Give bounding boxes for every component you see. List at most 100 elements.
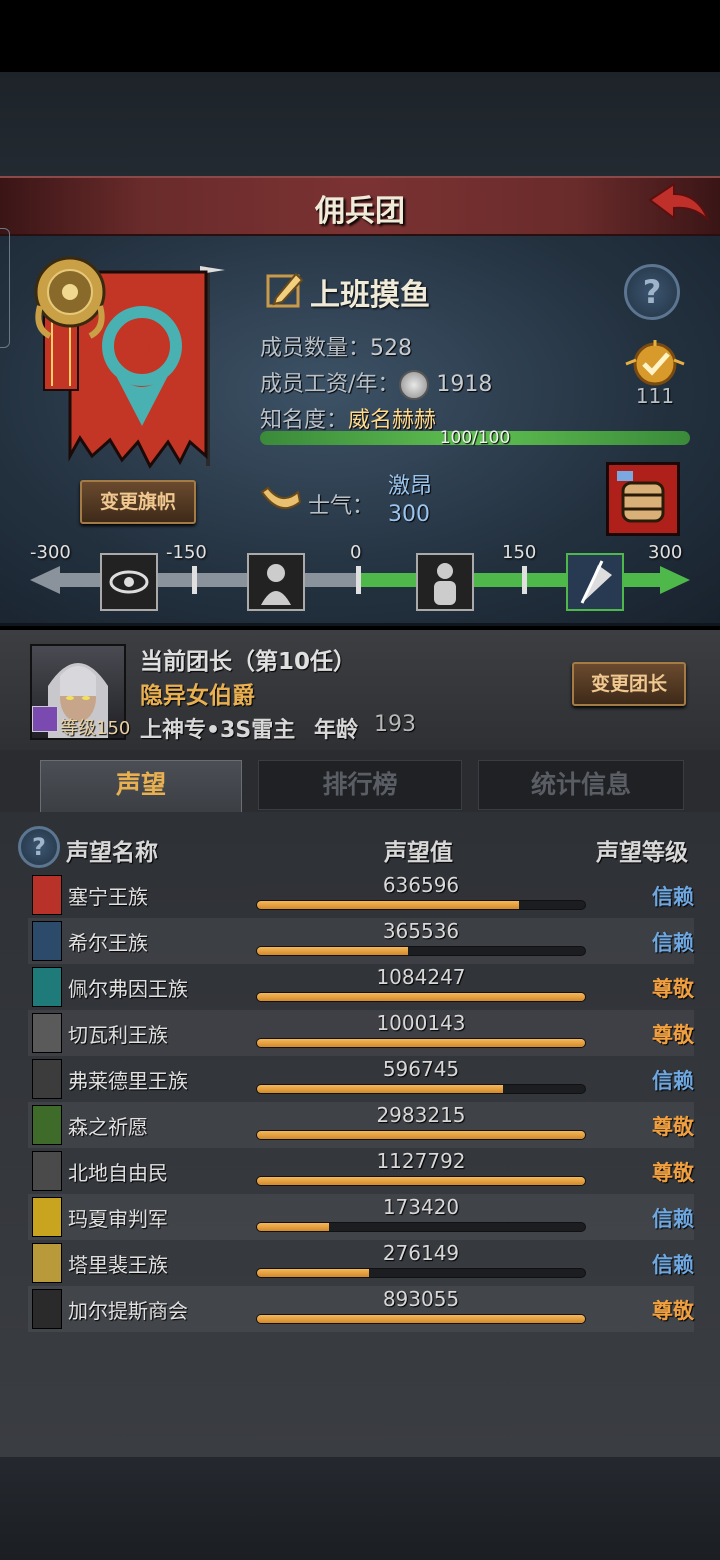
- table-row[interactable]: 玛夏审判军 173420 信赖: [28, 1194, 694, 1240]
- reputation-progress-fill: [257, 1315, 585, 1323]
- question-icon: ?: [642, 273, 662, 311]
- morale-label: 士气：: [308, 494, 375, 519]
- faction-name: 塞宁王族: [68, 885, 148, 909]
- faction-name: 希尔王族: [68, 931, 148, 955]
- faction-name: 玛夏审判军: [68, 1207, 168, 1231]
- supply-button[interactable]: [606, 462, 680, 536]
- question-icon: ?: [32, 833, 46, 861]
- reputation-progress-bar: [256, 1314, 586, 1324]
- table-row[interactable]: 弗莱德里王族 596745 信赖: [28, 1056, 694, 1102]
- reputation-progress-fill: [257, 1085, 503, 1093]
- faction-name: 弗莱德里王族: [68, 1069, 188, 1093]
- class-icon: [32, 706, 58, 732]
- table-row[interactable]: 切瓦利王族 1000143 尊敬: [28, 1010, 694, 1056]
- reputation-progress-fill: [257, 1223, 330, 1231]
- faction-value: 1084247: [376, 965, 466, 989]
- barrel-icon: [617, 471, 665, 523]
- morale-tick: 300: [648, 542, 683, 563]
- page-title: 佣兵团: [315, 194, 405, 229]
- faction-level: 信赖: [652, 1069, 694, 1093]
- morale-despair-icon[interactable]: [100, 553, 158, 611]
- leader-age-label: 年龄: [314, 718, 359, 743]
- salary-label: 成员工资/年：: [260, 372, 400, 397]
- leader-level: 等级150: [60, 718, 131, 739]
- achievement-badge-icon: [625, 340, 685, 386]
- guild-name: 上班摸鱼: [310, 278, 430, 313]
- morale-tick: 150: [502, 542, 537, 563]
- back-arrow-icon: [648, 182, 709, 221]
- faction-level: 信赖: [652, 1253, 694, 1277]
- faction-name: 北地自由民: [68, 1161, 168, 1185]
- members-value: 528: [370, 336, 413, 361]
- faction-level: 尊敬: [652, 1115, 694, 1139]
- tab-statistics[interactable]: 统计信息: [478, 760, 684, 810]
- tab-ranking[interactable]: 排行榜: [258, 760, 462, 810]
- salary-value: 1918: [436, 372, 493, 397]
- top-band: [0, 72, 720, 178]
- faction-crest-icon: [32, 1289, 62, 1329]
- back-button[interactable]: [646, 178, 712, 234]
- faction-name: 佩尔弗因王族: [68, 977, 188, 1001]
- faction-crest-icon: [32, 1243, 62, 1283]
- faction-level: 信赖: [652, 931, 694, 955]
- reputation-progress-bar: [256, 992, 586, 1002]
- reputation-progress-bar: [256, 1268, 586, 1278]
- faction-value: 636596: [382, 873, 460, 897]
- change-leader-button[interactable]: 变更团长: [572, 662, 686, 706]
- faction-name: 切瓦利王族: [68, 1023, 168, 1047]
- reputation-progress-bar: [256, 900, 586, 910]
- morale-excited-icon[interactable]: [566, 553, 624, 611]
- members-row: 成员数量：528: [260, 330, 412, 362]
- edit-name-button[interactable]: [266, 270, 304, 308]
- table-row[interactable]: 加尔提斯商会 893055 尊敬: [28, 1286, 694, 1332]
- faction-level: 尊敬: [652, 1161, 694, 1185]
- faction-value: 596745: [382, 1057, 460, 1081]
- faction-crest-icon: [32, 1197, 62, 1237]
- pencil-icon: [266, 272, 304, 308]
- fame-progress-text: 100/100: [439, 428, 511, 448]
- leader-title: 隐异女伯爵: [140, 683, 255, 709]
- faction-value: 2983215: [376, 1103, 466, 1127]
- morale-calm-icon[interactable]: [416, 553, 474, 611]
- morale-tick: 0: [350, 542, 362, 563]
- reputation-progress-bar: [256, 1130, 586, 1140]
- side-handle[interactable]: [0, 228, 10, 348]
- reputation-progress-bar: [256, 1038, 586, 1048]
- reputation-progress-bar: [256, 946, 586, 956]
- bottom-band: [0, 1457, 720, 1560]
- guild-banner[interactable]: [30, 256, 230, 476]
- leader-specialty: 上神专•3S雷主: [140, 718, 296, 743]
- faction-crest-icon: [32, 875, 62, 915]
- table-row[interactable]: 北地自由民 1127792 尊敬: [28, 1148, 694, 1194]
- table-row[interactable]: 希尔王族 365536 信赖: [28, 918, 694, 964]
- morale-tick: -300: [30, 542, 71, 563]
- reputation-progress-bar: [256, 1084, 586, 1094]
- silver-coin-icon: [399, 370, 430, 400]
- faction-name: 塔里裴王族: [68, 1253, 168, 1277]
- faction-level: 尊敬: [652, 977, 694, 1001]
- reputation-progress-fill: [257, 901, 520, 909]
- morale-sad-icon[interactable]: [247, 553, 305, 611]
- banner-flag-icon: [34, 256, 225, 469]
- help-button[interactable]: ?: [624, 264, 680, 320]
- faction-crest-icon: [32, 921, 62, 961]
- faction-name: 加尔提斯商会: [68, 1299, 188, 1323]
- faction-crest-icon: [32, 1151, 62, 1191]
- table-row[interactable]: 塔里裴王族 276149 信赖: [28, 1240, 694, 1286]
- column-header-name: 声望名称: [66, 840, 158, 866]
- achievement-button[interactable]: [622, 338, 688, 388]
- members-label: 成员数量：: [260, 336, 371, 361]
- table-row[interactable]: 塞宁王族 636596 信赖: [28, 872, 694, 918]
- change-banner-button[interactable]: 变更旗帜: [80, 480, 196, 524]
- reputation-help-button[interactable]: ?: [18, 826, 60, 868]
- status-bar: [0, 0, 720, 72]
- horn-icon: [260, 482, 302, 518]
- table-row[interactable]: 森之祈愿 2983215 尊敬: [28, 1102, 694, 1148]
- faction-level: 尊敬: [652, 1299, 694, 1323]
- faction-level: 信赖: [652, 1207, 694, 1231]
- faction-crest-icon: [32, 1013, 62, 1053]
- morale-value: 300: [388, 502, 430, 527]
- table-row[interactable]: 佩尔弗因王族 1084247 尊敬: [28, 964, 694, 1010]
- faction-value: 1127792: [376, 1149, 466, 1173]
- tab-reputation[interactable]: 声望: [40, 760, 242, 814]
